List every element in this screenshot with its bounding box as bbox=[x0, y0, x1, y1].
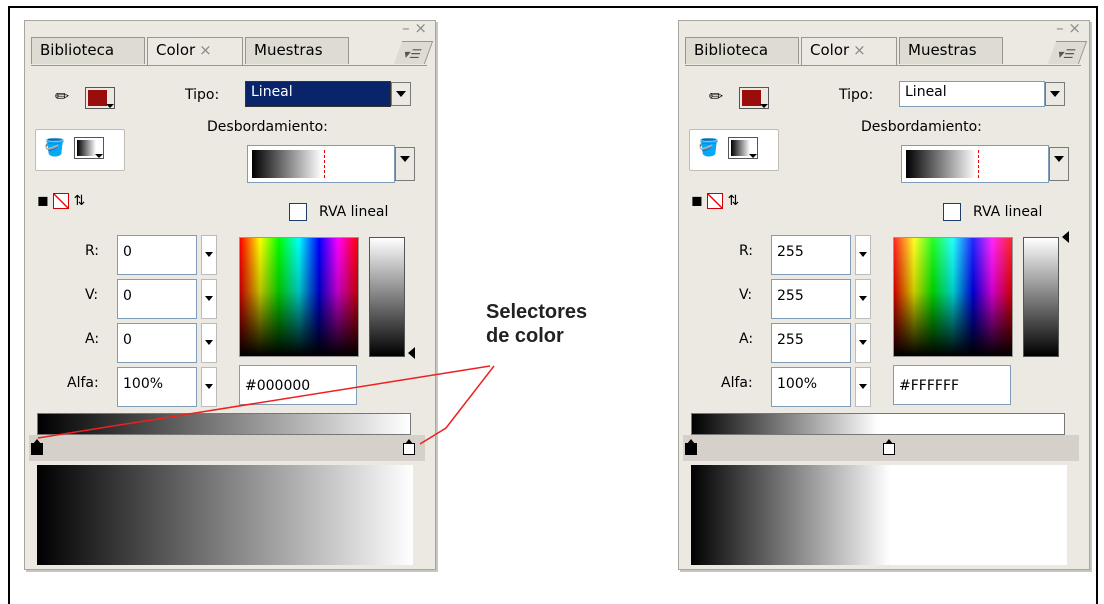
annotation-lines bbox=[37, 365, 495, 445]
annotation-pointer-right bbox=[419, 365, 495, 445]
annotation-pointer-left bbox=[37, 365, 491, 439]
